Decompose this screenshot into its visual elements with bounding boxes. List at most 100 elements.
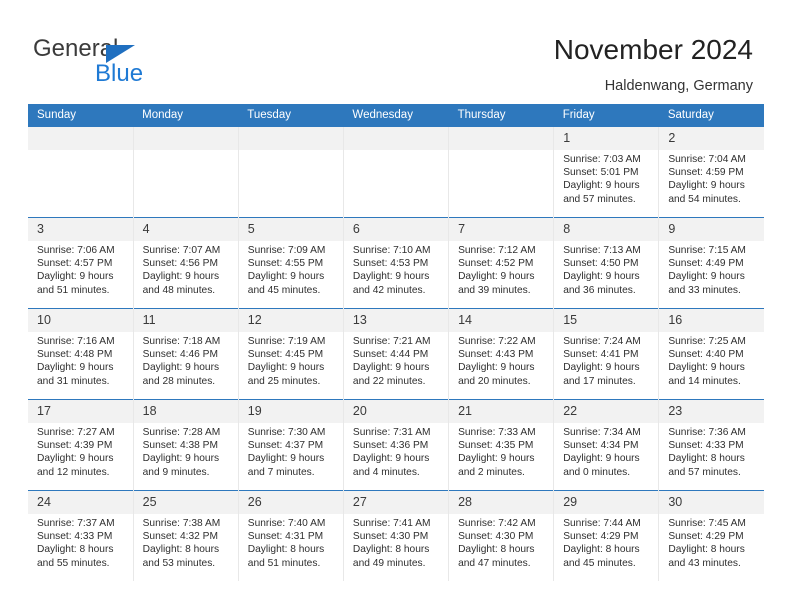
day-info-line: and 47 minutes. <box>458 557 531 569</box>
day-cell-empty <box>237 127 344 218</box>
day-sun-info: Sunrise: 7:37 AM Sunset: 4:33 PM Daylight:… <box>28 514 133 570</box>
day-cell-8[interactable]: 8 Sunrise: 7:13 AM Sunset: 4:50 PM Daylight… <box>553 217 659 309</box>
day-info-line: Sunset: 4:32 PM <box>142 531 218 543</box>
day-info-line: Sunset: 4:48 PM <box>37 349 113 361</box>
day-info-line: Daylight: 9 hours <box>458 362 535 374</box>
day-info-line: Daylight: 9 hours <box>563 180 640 192</box>
day-number: 21 <box>449 400 554 423</box>
day-cell-28[interactable]: 28 Sunrise: 7:42 AM Sunset: 4:30 PM Dayligh… <box>448 490 554 581</box>
day-number <box>133 127 238 150</box>
day-info-line: Sunset: 4:53 PM <box>352 258 429 270</box>
day-number: 1 <box>554 127 659 150</box>
day-info-line: and 22 minutes. <box>352 375 426 387</box>
day-info-line: Daylight: 9 hours <box>563 271 640 283</box>
day-number <box>343 127 449 150</box>
day-cell-10[interactable]: 10 Sunrise: 7:16 AM Sunset: 4:48 PM Dayligh… <box>28 308 134 400</box>
day-sun-info: Sunrise: 7:04 AM Sunset: 4:59 PM Daylight:… <box>659 150 764 206</box>
day-info-line: Sunrise: 7:34 AM <box>563 427 641 438</box>
day-cell-5[interactable]: 5 Sunrise: 7:09 AM Sunset: 4:55 PM Daylight… <box>237 217 344 309</box>
day-cell-7[interactable]: 7 Sunrise: 7:12 AM Sunset: 4:52 PM Daylight… <box>448 217 554 309</box>
day-cell-29[interactable]: 29 Sunrise: 7:44 AM Sunset: 4:29 PM Dayligh… <box>553 490 659 581</box>
day-info-line: Daylight: 8 hours <box>668 453 745 465</box>
day-number <box>28 127 133 150</box>
day-cell-11[interactable]: 11 Sunrise: 7:18 AM Sunset: 4:46 PM Dayligh… <box>132 308 239 400</box>
day-info-line: Sunset: 4:33 PM <box>37 531 113 543</box>
day-cell-23[interactable]: 23 Sunrise: 7:36 AM Sunset: 4:33 PM Dayligh… <box>658 399 764 491</box>
day-info-line: and 45 minutes. <box>247 284 321 296</box>
day-cell-15[interactable]: 15 Sunrise: 7:24 AM Sunset: 4:41 PM Dayligh… <box>553 308 659 400</box>
day-cell-1[interactable]: 1 Sunrise: 7:03 AM Sunset: 5:01 PM Daylight… <box>553 127 659 218</box>
day-info-line: Sunset: 4:57 PM <box>37 258 113 270</box>
day-info-line: Sunset: 4:43 PM <box>458 349 534 361</box>
day-info-line: Sunset: 4:31 PM <box>247 531 324 543</box>
weekday-header-friday: Friday <box>553 104 659 127</box>
calendar-table: Sunday Monday Tuesday Wednesday Thursday Frid… <box>28 104 764 581</box>
day-number: 2 <box>659 127 764 150</box>
day-info-line: and 57 minutes. <box>668 466 741 478</box>
day-sun-info: Sunrise: 7:12 AM Sunset: 4:52 PM Daylight:… <box>449 241 553 297</box>
day-cell-9[interactable]: 9 Sunrise: 7:15 AM Sunset: 4:49 PM Daylight… <box>658 217 764 309</box>
day-info-line: Daylight: 9 hours <box>37 271 114 283</box>
day-info-line: Sunset: 4:29 PM <box>563 531 639 543</box>
day-info-line: Daylight: 9 hours <box>352 271 430 283</box>
day-cell-18[interactable]: 18 Sunrise: 7:28 AM Sunset: 4:38 PM Dayligh… <box>132 399 239 491</box>
day-sun-info: Sunrise: 7:10 AM Sunset: 4:53 PM Daylight:… <box>344 241 448 297</box>
day-sun-info: Sunrise: 7:21 AM Sunset: 4:44 PM Daylight:… <box>344 332 448 388</box>
day-cell-26[interactable]: 26 Sunrise: 7:40 AM Sunset: 4:31 PM Dayligh… <box>237 490 344 581</box>
day-number: 3 <box>28 218 133 241</box>
day-cell-13[interactable]: 13 Sunrise: 7:21 AM Sunset: 4:44 PM Dayligh… <box>342 308 449 400</box>
day-info-line: Sunset: 4:30 PM <box>458 531 534 543</box>
day-sun-info: Sunrise: 7:07 AM Sunset: 4:56 PM Daylight:… <box>134 241 238 297</box>
day-info-line: and 20 minutes. <box>458 375 531 387</box>
day-info-line: Daylight: 9 hours <box>247 453 325 465</box>
day-info-line: Sunrise: 7:45 AM <box>668 518 746 529</box>
day-cell-4[interactable]: 4 Sunrise: 7:07 AM Sunset: 4:56 PM Daylight… <box>132 217 239 309</box>
day-cell-20[interactable]: 20 Sunrise: 7:31 AM Sunset: 4:36 PM Dayligh… <box>342 399 449 491</box>
day-sun-info: Sunrise: 7:03 AM Sunset: 5:01 PM Daylight:… <box>554 150 658 206</box>
day-cell-12[interactable]: 12 Sunrise: 7:19 AM Sunset: 4:45 PM Dayligh… <box>237 308 344 400</box>
day-cell-14[interactable]: 14 Sunrise: 7:22 AM Sunset: 4:43 PM Dayligh… <box>448 308 554 400</box>
day-number: 24 <box>28 491 133 514</box>
day-number: 22 <box>554 400 659 423</box>
day-cell-25[interactable]: 25 Sunrise: 7:38 AM Sunset: 4:32 PM Dayligh… <box>132 490 239 581</box>
day-number: 29 <box>554 491 659 514</box>
day-cell-21[interactable]: 21 Sunrise: 7:33 AM Sunset: 4:35 PM Dayligh… <box>448 399 554 491</box>
brand-logo[interactable]: General Blue <box>33 36 263 94</box>
day-info-line: Sunrise: 7:21 AM <box>352 336 431 347</box>
day-info-line: Sunrise: 7:31 AM <box>352 427 431 438</box>
day-number: 12 <box>238 309 343 332</box>
day-number: 13 <box>343 309 449 332</box>
day-info-line: Daylight: 8 hours <box>37 544 114 556</box>
day-sun-info: Sunrise: 7:16 AM Sunset: 4:48 PM Daylight:… <box>28 332 133 388</box>
day-cell-30[interactable]: 30 Sunrise: 7:45 AM Sunset: 4:29 PM Dayligh… <box>658 490 764 581</box>
day-info-line: Daylight: 9 hours <box>142 362 220 374</box>
day-info-line: Daylight: 9 hours <box>668 180 745 192</box>
day-cell-2[interactable]: 2 Sunrise: 7:04 AM Sunset: 4:59 PM Daylight… <box>658 127 764 218</box>
day-info-line: Sunset: 4:40 PM <box>668 349 744 361</box>
calendar-week-row: 3 Sunrise: 7:06 AM Sunset: 4:57 PM Daylight… <box>28 217 764 309</box>
day-info-line: Sunrise: 7:36 AM <box>668 427 746 438</box>
day-info-line: Sunset: 4:49 PM <box>668 258 744 270</box>
day-cell-24[interactable]: 24 Sunrise: 7:37 AM Sunset: 4:33 PM Dayligh… <box>28 490 134 581</box>
day-cell-3[interactable]: 3 Sunrise: 7:06 AM Sunset: 4:57 PM Daylight… <box>28 217 134 309</box>
day-cell-17[interactable]: 17 Sunrise: 7:27 AM Sunset: 4:39 PM Dayligh… <box>28 399 134 491</box>
day-info-line: Daylight: 8 hours <box>142 544 220 556</box>
day-info-line: and 55 minutes. <box>37 557 110 569</box>
day-info-line: Sunset: 4:59 PM <box>668 167 744 179</box>
day-sun-info: Sunrise: 7:28 AM Sunset: 4:38 PM Daylight:… <box>134 423 238 479</box>
day-cell-6[interactable]: 6 Sunrise: 7:10 AM Sunset: 4:53 PM Daylight… <box>342 217 449 309</box>
day-info-line: Daylight: 9 hours <box>458 271 535 283</box>
day-info-line: Daylight: 9 hours <box>668 362 745 374</box>
day-cell-22[interactable]: 22 Sunrise: 7:34 AM Sunset: 4:34 PM Dayligh… <box>553 399 659 491</box>
day-info-line: and 25 minutes. <box>247 375 321 387</box>
day-info-line: Sunset: 4:33 PM <box>668 440 744 452</box>
day-number: 20 <box>343 400 449 423</box>
day-cell-16[interactable]: 16 Sunrise: 7:25 AM Sunset: 4:40 PM Dayligh… <box>658 308 764 400</box>
day-info-line: and 54 minutes. <box>668 193 741 205</box>
day-info-line: and 14 minutes. <box>668 375 741 387</box>
day-cell-27[interactable]: 27 Sunrise: 7:41 AM Sunset: 4:30 PM Dayligh… <box>342 490 449 581</box>
day-info-line: and 31 minutes. <box>37 375 110 387</box>
day-sun-info: Sunrise: 7:06 AM Sunset: 4:57 PM Daylight:… <box>28 241 133 297</box>
day-info-line: Sunset: 4:45 PM <box>247 349 324 361</box>
day-cell-19[interactable]: 19 Sunrise: 7:30 AM Sunset: 4:37 PM Dayligh… <box>237 399 344 491</box>
